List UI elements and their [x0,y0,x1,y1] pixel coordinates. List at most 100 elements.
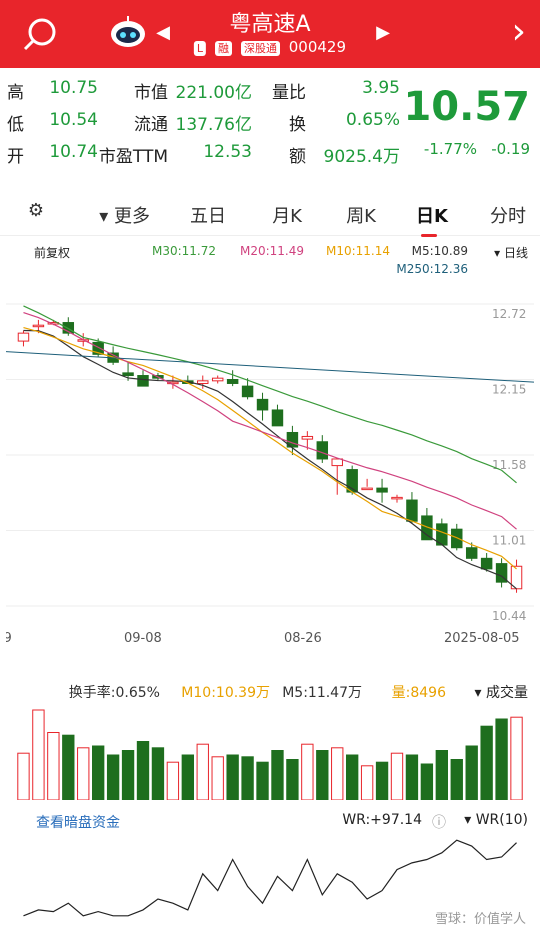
ma30-label: M30:11.72 [151,244,216,258]
volume-bar [271,750,284,800]
turnover: 换手率:0.65% [68,685,160,701]
candle-body [316,441,329,460]
settings-icon[interactable]: ⚙ [28,200,44,221]
volume-select[interactable]: 成交量 ▾ [475,682,528,702]
help-icon[interactable]: ⓘ [432,812,446,832]
ma5-label: M5:10.89 [411,244,468,258]
volume-bar [136,741,150,800]
stat-value-1: 10.54 [49,110,98,130]
candlestick-chart[interactable]: 12.72 12.15 11.58 11.01 10.44 2025-08-05 08-26… [6,284,534,646]
x-tick-label: 09-19 [6,631,12,646]
prev-stock-icon[interactable]: ◀ [376,22,390,43]
stat-value-0: 10.75 [49,78,98,98]
adjust-select[interactable]: 前复权 [34,244,70,261]
quote-panel: 10.57 -0.19 -1.77% 3.95 量比 221.00亿 市值 10.75 高… [0,72,540,172]
volume-legend: 成交量 ▾ 量:8496 M5:11.47万 M10:10.39万 换手率:0.… [0,680,540,704]
stat-label-2: 开 [7,147,24,167]
volume-bar [121,750,135,800]
stat-label2-1: 流通 [134,115,168,135]
tag-l: L [194,41,207,56]
dark-pool-link[interactable]: 查看暗盘资金 [36,812,120,832]
volume-bar [151,747,165,800]
period-tabs: 分时 日K 周K 月K 五日 更多 ▾ ⚙ [0,196,540,237]
wr-line [23,839,517,917]
stat-value2-1: 137.76亿 [175,115,252,135]
volume-bar [196,743,209,800]
volume-bar [360,765,374,800]
volume-bar [286,759,299,800]
tab-zhouk[interactable]: 周K [346,202,376,228]
current-price: 10.57 [403,84,530,130]
stat-value2-0: 221.00亿 [175,83,252,103]
stock-title: 粤高速A [229,12,311,37]
x-tick-label: 09-08 [124,631,162,646]
stat-label3-1: 换 [289,115,306,135]
wr-value: WR:+97.14 [342,812,422,828]
candle-body [331,458,343,467]
stat-label3-0: 量比 [272,83,306,103]
price-change: -0.19 -1.77% [424,140,530,158]
tab-rik[interactable]: 日K [416,202,448,228]
y-tick-label: 12.72 [492,307,526,321]
volume-bar [375,761,389,800]
volume-bar [106,754,120,800]
stat-label-0: 高 [7,83,24,103]
tab-wuri[interactable]: 五日 [190,202,226,228]
candle-body [406,499,418,522]
search-icon[interactable] [20,14,60,54]
tag-shenguotong: 深股通 [240,41,280,56]
y-tick-label: 10.44 [492,609,526,623]
period-select[interactable]: 日线 ▾ [494,244,528,261]
x-axis: 2025-08-05 08-26 09-08 09-19 [6,631,520,646]
candle-body [17,332,30,342]
volume-bar [465,745,478,800]
candle-body [376,487,388,493]
ma-line [23,305,517,484]
stat-value3-2: 9025.4万 [323,147,400,167]
x-tick-label: 2025-08-05 [444,631,520,646]
volume-bar [211,756,224,800]
volume-bar [32,709,45,800]
volume-bar [17,752,30,800]
vol-value: 量:8496 [391,685,446,701]
volume-bar [316,750,329,800]
candle-body [361,487,373,491]
volume-bar [450,759,463,800]
x-tick-label: 08-26 [284,631,322,646]
tab-yuek[interactable]: 月K [272,202,302,228]
volume-bar [256,761,269,800]
change-pct: -1.77% [423,140,477,158]
stat-label2-0: 市值 [134,83,168,103]
stat-label2-2: 市盈TTM [98,147,168,167]
volume-bar [405,754,419,800]
stat-value3-1: 0.65% [345,110,400,130]
volume-bar [331,747,344,800]
ma10-label: M10:11.14 [325,244,390,258]
stat-value3-0: 3.95 [362,78,400,98]
robot-assistant-icon[interactable] [108,14,148,50]
volume-bar [435,750,449,800]
candle-body [211,377,224,382]
change-value: -0.19 [491,140,530,158]
volume-bar [47,732,60,800]
candle-body [451,528,463,549]
active-tab-indicator [421,234,437,237]
stat-label-1: 低 [7,115,24,135]
candle-body [122,372,134,377]
candle-body [480,557,493,570]
volume-bar [480,725,493,800]
volume-bar [301,743,314,800]
back-icon[interactable]: ‹ [512,11,526,52]
tab-fenshi[interactable]: 分时 [490,202,526,228]
stat-label3-2: 额 [289,147,306,167]
candle-body [271,409,284,427]
top-bar: ‹ ◀ 粤高速A 000429 深股通 融 L ▶ [0,0,540,68]
candle-body [391,496,403,500]
next-stock-icon[interactable]: ▶ [156,22,170,43]
wr-select[interactable]: WR(10) ▾ [464,812,528,828]
ma250-label: M250:12.36 [396,262,468,276]
tab-more[interactable]: 更多 ▾ [99,202,150,228]
volume-bar [166,761,180,800]
volume-bar [226,754,239,800]
vol-m10: M10:10.39万 [181,685,270,701]
